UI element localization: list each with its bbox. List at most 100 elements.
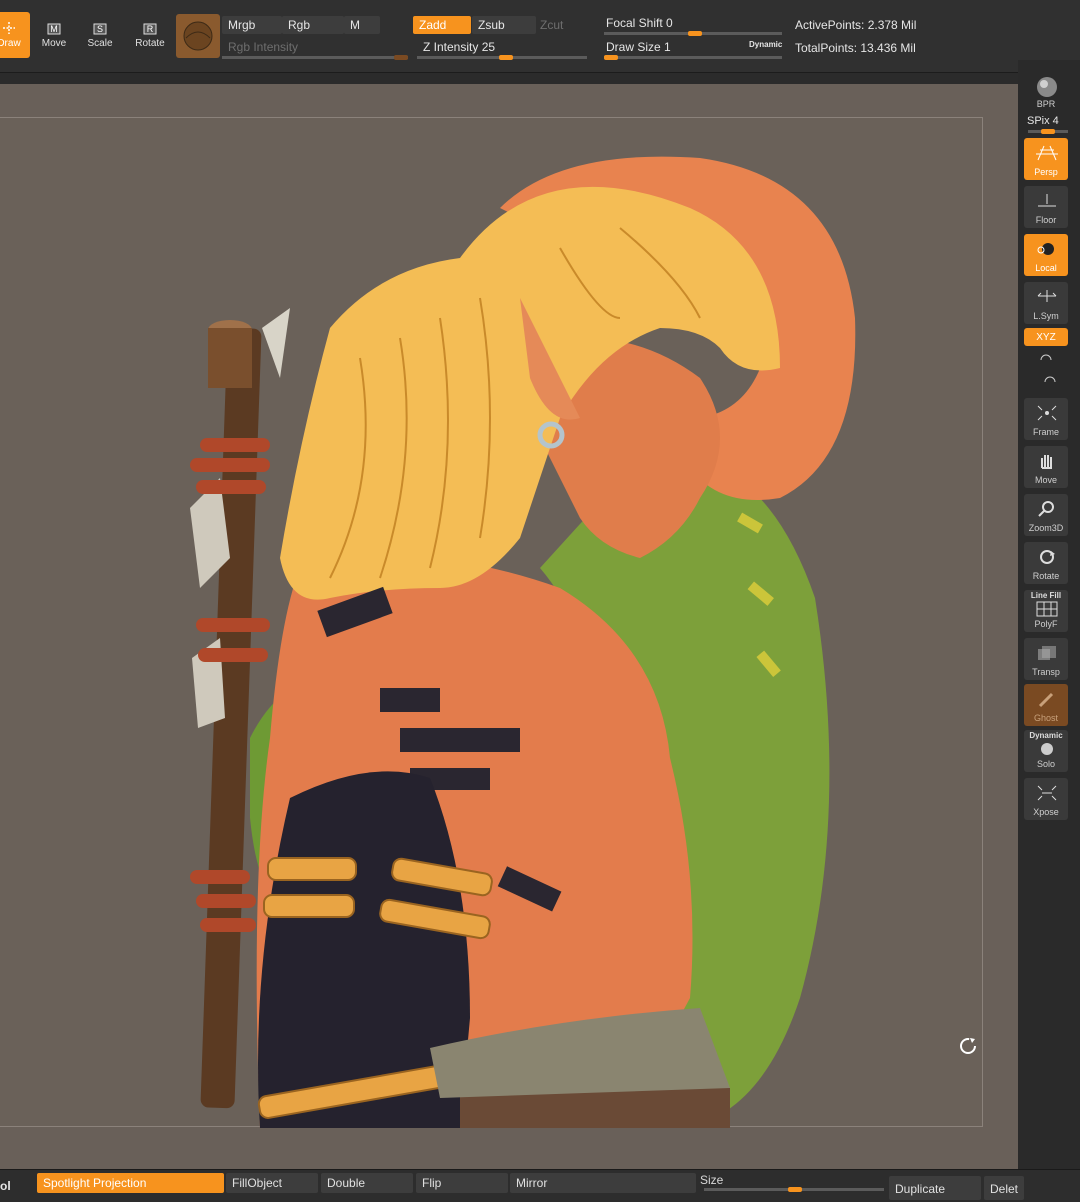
zcut-button[interactable]: Zcut [534, 16, 580, 34]
floor-icon [1038, 194, 1056, 207]
scale-tool-button[interactable]: S Scale [78, 12, 122, 58]
solo-button[interactable]: Dynamic Solo [1024, 730, 1068, 772]
draw-icon [3, 22, 15, 34]
double-button[interactable]: Double [321, 1173, 413, 1193]
perspective-grid-icon [1036, 145, 1058, 161]
floor-button[interactable]: Floor [1024, 186, 1068, 228]
z-axis-rotate-icon[interactable] [1042, 374, 1058, 388]
xyz-label: XYZ [1036, 332, 1056, 343]
z-intensity-slider[interactable]: Z Intensity 25 [417, 38, 591, 56]
dynamic-toggle[interactable]: Dynamic [749, 40, 782, 49]
mirror-button[interactable]: Mirror [510, 1173, 696, 1193]
hand-icon [1041, 455, 1052, 469]
svg-text:M: M [50, 24, 58, 34]
focal-shift-slider[interactable]: Focal Shift 0 [600, 14, 786, 32]
bpr-label: BPR [1036, 99, 1056, 109]
draw-size-knob[interactable] [604, 55, 618, 60]
top-toolbar: Draw M Move S Scale R Rotate Mrgb Rgb M … [0, 0, 1080, 73]
polyf-button[interactable]: Line Fill PolyF [1024, 590, 1068, 632]
rgb-intensity-track[interactable] [222, 55, 408, 60]
zsub-button[interactable]: Zsub [472, 16, 536, 34]
z-intensity-value: 25 [481, 40, 496, 54]
delete-button[interactable]: Delet [984, 1176, 1024, 1200]
zadd-button[interactable]: Zadd [413, 16, 471, 34]
move-view-button[interactable]: Move [1024, 446, 1068, 488]
spix-knob[interactable] [1041, 129, 1055, 134]
bpr-sphere-icon [1037, 77, 1057, 97]
m-button[interactable]: M [344, 16, 380, 34]
scale-icon: S [93, 23, 107, 35]
rotate-view-label: Rotate [1032, 571, 1060, 581]
frame-label: Frame [1032, 427, 1059, 437]
fillobject-button[interactable]: FillObject [226, 1173, 318, 1193]
frame-button[interactable]: Frame [1024, 398, 1068, 440]
draw-size-track[interactable] [604, 55, 782, 60]
floor-label: Floor [1035, 215, 1057, 225]
ghost-button[interactable]: Ghost [1024, 684, 1068, 726]
xpose-button[interactable]: Xpose [1024, 778, 1068, 820]
focal-shift-track[interactable] [604, 31, 782, 36]
lsym-button[interactable]: L.Sym [1024, 282, 1068, 324]
transp-label: Transp [1032, 667, 1060, 677]
xyz-button[interactable]: XYZ [1024, 328, 1068, 346]
persp-button[interactable]: Persp [1024, 138, 1068, 180]
move-view-label: Move [1034, 475, 1057, 485]
right-shelf: BPR SPix 4 Persp Floor Local L.Sym XYZ F… [1018, 60, 1080, 1170]
rotate-view-button[interactable]: Rotate [1024, 542, 1068, 584]
scale-tool-label: Scale [87, 38, 113, 49]
size-label: Size [700, 1173, 724, 1187]
active-points-readout: ActivePoints: 2.378 Mil [795, 18, 917, 32]
bottom-toolbar: ol Spotlight Projection FillObject Doubl… [0, 1169, 1080, 1202]
rotate-gizmo-icon[interactable] [958, 1036, 978, 1056]
focal-shift-knob[interactable] [688, 31, 702, 36]
sculpt-model[interactable] [0, 118, 983, 1128]
y-axis-rotate-icon[interactable] [1038, 352, 1054, 366]
polyf-label: PolyF [1034, 619, 1058, 629]
spix-slider[interactable]: SPix 4 [1027, 115, 1059, 127]
rotate-tool-button[interactable]: R Rotate [128, 12, 172, 58]
bpr-button[interactable]: BPR [1024, 70, 1068, 112]
spotlight-projection-button[interactable]: Spotlight Projection [37, 1173, 224, 1193]
material-swatch[interactable] [176, 14, 220, 58]
move-tool-button[interactable]: M Move [32, 12, 76, 58]
local-icon [1037, 243, 1054, 255]
local-button[interactable]: Local [1024, 234, 1068, 276]
transp-button[interactable]: Transp [1024, 638, 1068, 680]
tool-menu-label[interactable]: ol [0, 1179, 11, 1193]
draw-size-label: Draw Size [606, 40, 661, 54]
solo-dynamic-label: Dynamic [1029, 731, 1063, 740]
rgb-intensity-slider[interactable]: Rgb Intensity [222, 38, 408, 56]
xpose-icon [1037, 785, 1057, 801]
document-canvas[interactable] [0, 117, 983, 1128]
flip-button[interactable]: Flip [416, 1173, 508, 1193]
material-sphere-icon [183, 21, 213, 51]
draw-size-slider[interactable]: Draw Size 1 [600, 38, 746, 56]
z-intensity-knob[interactable] [499, 55, 513, 60]
draw-tool-label: Draw [0, 38, 21, 49]
frame-icon [1037, 405, 1057, 421]
draw-tool-button[interactable]: Draw [0, 12, 30, 58]
magnifier-icon [1038, 501, 1054, 517]
duplicate-button[interactable]: Duplicate [889, 1176, 981, 1200]
lsym-label: L.Sym [1033, 311, 1059, 321]
size-track[interactable] [704, 1187, 884, 1192]
rgb-intensity-knob[interactable] [394, 55, 408, 60]
solo-label: Solo [1036, 759, 1055, 769]
size-knob[interactable] [788, 1187, 802, 1192]
move-tool-label: Move [41, 38, 67, 49]
line-fill-label: Line Fill [1030, 591, 1062, 600]
spix-track[interactable] [1028, 129, 1068, 134]
solo-icon [1041, 743, 1053, 755]
draw-size-value: 1 [664, 40, 671, 54]
z-intensity-track[interactable] [417, 55, 587, 60]
svg-text:R: R [147, 24, 154, 34]
move-icon: M [47, 23, 61, 35]
polygroup-grid-icon [1036, 601, 1058, 617]
mrgb-button[interactable]: Mrgb [222, 16, 282, 34]
zoom3d-button[interactable]: Zoom3D [1024, 494, 1068, 536]
local-label: Local [1035, 263, 1057, 273]
transparency-icon [1038, 646, 1056, 660]
rgb-button[interactable]: Rgb [282, 16, 344, 34]
ghost-label: Ghost [1033, 713, 1058, 723]
ghost-icon [1038, 692, 1054, 708]
